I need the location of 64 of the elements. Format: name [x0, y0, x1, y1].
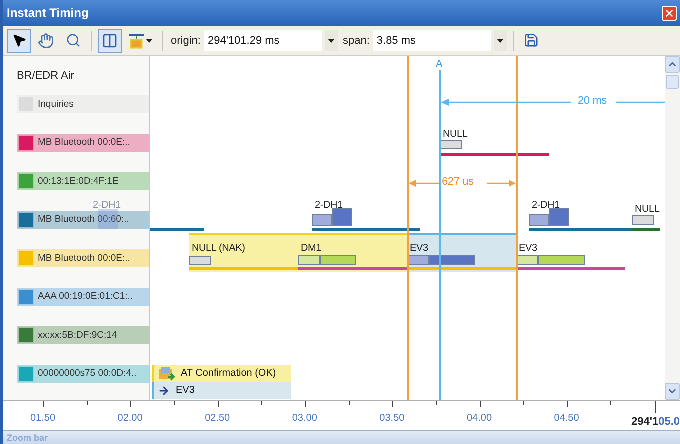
packet-block[interactable] — [298, 255, 356, 265]
packet-block[interactable] — [632, 215, 654, 225]
packet-block[interactable] — [440, 140, 462, 149]
tick-label: 04.50 — [554, 413, 580, 424]
scroll-up-button[interactable] — [665, 56, 680, 73]
origin-label: origin: — [171, 34, 201, 46]
origin-time-label: 294'105.0 — [631, 416, 680, 428]
lanes-header: BR/EDR Air — [17, 70, 74, 82]
range-label: 627 us — [442, 177, 474, 188]
ghost-packet-label: 2-DH1 — [93, 200, 121, 211]
arrow-icon — [158, 384, 170, 396]
interval-label: 20 ms — [578, 96, 607, 107]
tick-label: 02.00 — [118, 413, 143, 424]
packet-block[interactable] — [529, 208, 569, 226]
caret-icon — [146, 38, 153, 42]
lane-label[interactable]: Inquiries — [17, 95, 149, 113]
lane-label[interactable]: MB Bluetooth 00:60:.. — [17, 210, 149, 228]
packet-label: 2-DH1 — [532, 200, 560, 211]
lane-label[interactable]: 00:13:1E:0D:4F:1E — [17, 172, 149, 190]
packet-block[interactable] — [516, 255, 585, 265]
packet-label: EV3 — [519, 243, 538, 254]
scrollbar[interactable] — [665, 56, 680, 400]
scroll-down-button[interactable] — [665, 383, 680, 400]
tick-label: 03.00 — [292, 413, 318, 424]
lane-line — [150, 228, 204, 231]
lane-label[interactable]: xx:xx:5B:DF:9C:14 — [17, 326, 149, 344]
packet-block[interactable] — [189, 256, 211, 265]
packet-label: 2-DH1 — [315, 200, 343, 211]
lane-label[interactable]: 00000000s75 00:0D:4.. — [17, 364, 149, 382]
scroll-thumb[interactable] — [666, 75, 679, 89]
close-icon — [664, 8, 675, 18]
folder-icon — [158, 366, 175, 381]
packet-label: NULL (NAK) — [192, 243, 246, 254]
panel-icon — [102, 32, 118, 48]
origin-field[interactable]: 294'101.29 ms — [204, 30, 322, 51]
packet-label: EV3 — [410, 243, 428, 254]
tick-label: 01.50 — [30, 413, 56, 424]
lane-label[interactable]: MB Bluetooth 00:0E:.. — [17, 134, 149, 152]
dropdown-button[interactable] — [324, 30, 338, 51]
lane-label[interactable]: AAA 00:19:0E:01:C1:.. — [17, 288, 149, 306]
caret-icon — [328, 38, 335, 42]
lane-label[interactable]: MB Bluetooth 00:0E:.. — [17, 249, 149, 267]
packet-label: NULL — [443, 129, 468, 140]
pointer-icon — [12, 33, 26, 48]
search-icon — [66, 33, 80, 48]
packet-label: NULL — [635, 204, 660, 215]
dropdown-button[interactable] — [494, 30, 507, 51]
tick-label: 02.50 — [205, 413, 230, 424]
caret-icon — [496, 38, 504, 42]
hand-icon — [38, 32, 54, 48]
tick-label: 04.00 — [466, 413, 492, 424]
window-title: Instant Timing — [7, 6, 89, 20]
tool-button[interactable] — [7, 28, 31, 52]
span-field[interactable]: 3.85 ms — [372, 30, 491, 51]
packet-label: DM1 — [301, 243, 322, 254]
tick-label: 03.50 — [380, 413, 405, 424]
cursor-label: A — [436, 59, 442, 70]
marker-icon — [128, 32, 145, 48]
span-label: span: — [342, 34, 370, 46]
close-button[interactable] — [662, 6, 677, 20]
popup-text: AT Confirmation (OK) — [181, 368, 276, 379]
popup-text: EV3 — [176, 385, 195, 396]
save-icon — [524, 33, 540, 48]
packet-block[interactable] — [312, 208, 352, 226]
